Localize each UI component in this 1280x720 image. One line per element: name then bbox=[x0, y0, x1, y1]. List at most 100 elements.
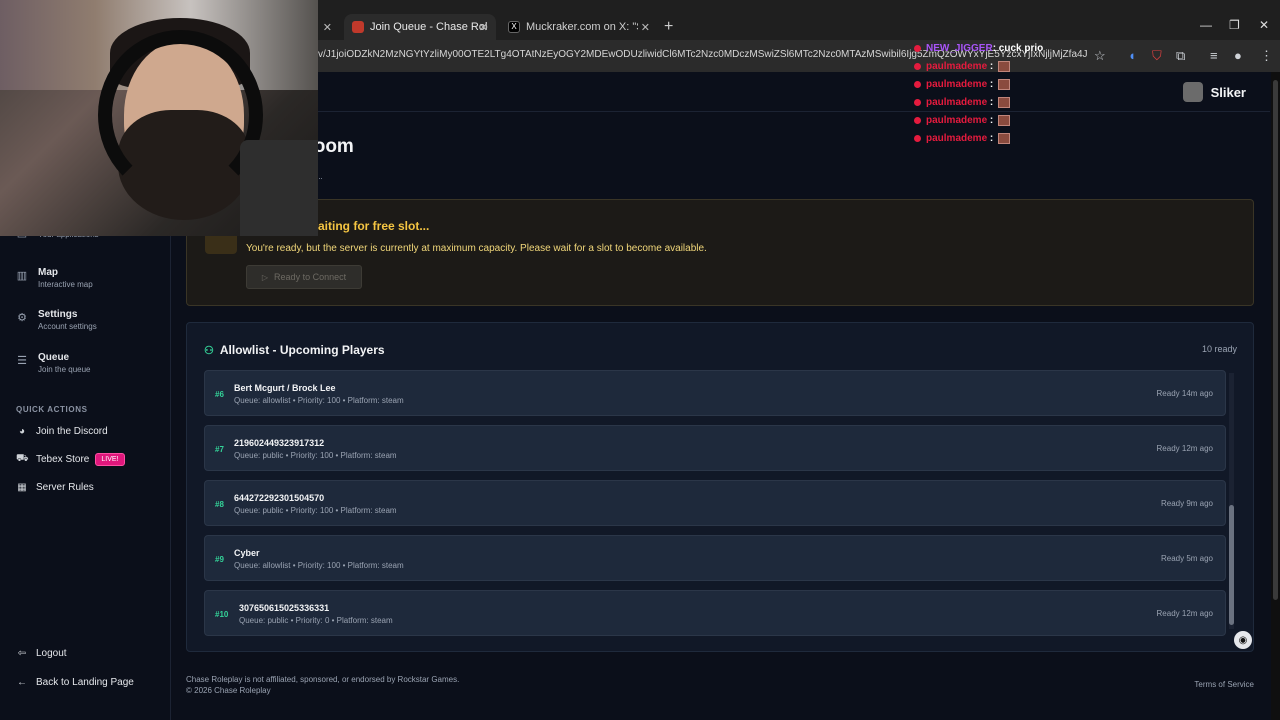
close-tab-icon[interactable]: ✕ bbox=[641, 21, 650, 34]
chat-badge-icon bbox=[914, 63, 921, 70]
chat-message: paulmademe : bbox=[914, 115, 1011, 126]
extension-audio-icon[interactable]: ◖ bbox=[1128, 48, 1136, 63]
discord-icon: ◕ bbox=[18, 426, 26, 437]
avatar bbox=[1182, 82, 1203, 102]
sidebar-item-subtitle: Account settings bbox=[38, 322, 97, 331]
window-close-icon[interactable]: ✕ bbox=[1259, 18, 1269, 32]
media-control-icon[interactable]: ≡ bbox=[1210, 48, 1218, 63]
gear-icon: ⚙ bbox=[17, 312, 27, 324]
chat-message: paulmademe : bbox=[914, 133, 1011, 145]
button-label: Ready to Connect bbox=[274, 272, 347, 282]
new-tab-icon[interactable]: + bbox=[664, 18, 673, 36]
ready-time: Ready 5m ago bbox=[1160, 554, 1213, 563]
microphone-icon bbox=[240, 140, 318, 236]
tab-muckraker[interactable]: X Muckraker.com on X: "Somali I ✕ bbox=[500, 14, 658, 40]
emote-icon bbox=[998, 79, 1011, 90]
chat-badge-icon bbox=[914, 44, 921, 52]
arrow-left-icon: ← bbox=[17, 677, 27, 688]
waiting-title: aiting for free slot... bbox=[318, 219, 430, 233]
ready-to-connect-button[interactable]: ▷ Ready to Connect bbox=[246, 265, 362, 289]
player-meta: Queue: allowlist • Priority: 100 • Platf… bbox=[234, 561, 404, 570]
waiting-message: You're ready, but the server is currentl… bbox=[246, 243, 707, 254]
chat-message: paulmademe : bbox=[914, 97, 1011, 109]
minimize-icon[interactable]: — bbox=[1200, 18, 1212, 32]
player-name: 219602449323917312 bbox=[234, 438, 325, 448]
emote-icon bbox=[998, 115, 1011, 126]
back-to-landing-link[interactable]: ← Back to Landing Page bbox=[16, 677, 134, 688]
ready-count: 10 ready bbox=[1201, 344, 1237, 354]
sidebar-item-map[interactable]: ▥ Map Interactive map bbox=[16, 267, 93, 289]
users-icon: ⚇ bbox=[204, 344, 214, 357]
profile-icon[interactable]: ● bbox=[1234, 48, 1242, 63]
extension-shield-icon[interactable]: ⛉ bbox=[1152, 48, 1162, 64]
table-row[interactable]: #8 644272292301504570 Queue: public • Pr… bbox=[204, 480, 1226, 526]
user-menu[interactable]: Sliker bbox=[1182, 82, 1246, 102]
play-icon: ▷ bbox=[261, 272, 269, 282]
server-rules-link[interactable]: ▦ Server Rules bbox=[16, 482, 94, 493]
cart-icon: ⛟ bbox=[16, 453, 29, 464]
restore-icon[interactable]: ❐ bbox=[1229, 18, 1240, 32]
chat-message: NEW_JIGGER: cuck prio bbox=[914, 43, 1043, 54]
chat-username: paulmademe bbox=[926, 61, 988, 73]
chat-badge-icon bbox=[914, 81, 921, 88]
sidebar-item-label: Map bbox=[38, 267, 58, 278]
tab-label: Muckraker.com on X: "Somali I bbox=[526, 21, 638, 33]
headphones-icon bbox=[98, 30, 263, 200]
chat-message: paulmademe : bbox=[914, 61, 1011, 73]
allowlist-title: Allowlist - Upcoming Players bbox=[219, 343, 385, 357]
logout-icon: ⇦ bbox=[17, 648, 27, 659]
sidebar-item-settings[interactable]: ⚙ Settings Account settings bbox=[16, 309, 97, 331]
tab-join-queue[interactable]: Join Queue - Chase Roleplay ✕ bbox=[344, 14, 496, 40]
bookmark-star-icon[interactable]: ☆ bbox=[1094, 48, 1106, 64]
queue-position: #7 bbox=[215, 445, 224, 454]
x-favicon-icon: X bbox=[508, 21, 520, 33]
footer-disclaimer: Chase Roleplay is not affiliated, sponso… bbox=[186, 675, 460, 684]
quick-action-label: Server Rules bbox=[36, 482, 94, 493]
terms-of-service-link[interactable]: Terms of Service bbox=[1194, 680, 1254, 689]
chat-username: NEW_JIGGER bbox=[926, 43, 993, 54]
join-discord-link[interactable]: ◕ Join the Discord bbox=[16, 426, 108, 437]
player-meta: Queue: public • Priority: 100 • Platform… bbox=[234, 506, 397, 515]
chat-badge-icon bbox=[914, 99, 921, 106]
sidebar-item-label: Queue bbox=[38, 352, 70, 363]
emote-icon bbox=[998, 97, 1011, 108]
table-row[interactable]: #7 219602449323917312 Queue: public • Pr… bbox=[204, 425, 1226, 471]
logout-button[interactable]: ⇦ Logout bbox=[16, 648, 67, 659]
table-row[interactable]: #9 Cyber Queue: allowlist • Priority: 10… bbox=[204, 535, 1226, 581]
player-name: Bert Mcgurt / Brock Lee bbox=[234, 383, 336, 393]
chat-username: paulmademe bbox=[926, 133, 988, 145]
list-scrollbar-thumb[interactable] bbox=[1229, 505, 1234, 625]
player-name: 644272292301504570 bbox=[234, 493, 325, 503]
close-tab-icon[interactable]: ✕ bbox=[323, 21, 332, 34]
page-scrollbar-thumb[interactable] bbox=[1273, 80, 1278, 600]
chat-username: paulmademe bbox=[926, 79, 988, 91]
sidebar-item-queue[interactable]: ☰ Queue Join the queue bbox=[16, 352, 91, 374]
table-row[interactable]: #10 307650615025336331 Queue: public • P… bbox=[204, 590, 1226, 636]
live-badge: LIVE! bbox=[95, 453, 125, 466]
close-tab-icon[interactable]: ✕ bbox=[479, 21, 488, 34]
queue-position: #9 bbox=[215, 555, 224, 564]
allowlist-card: ⚇ Allowlist - Upcoming Players 10 ready … bbox=[186, 322, 1254, 652]
tebex-store-link[interactable]: ⛟ Tebex Store LIVE! bbox=[16, 453, 125, 466]
extensions-puzzle-icon[interactable]: ⧉ bbox=[1176, 48, 1185, 64]
queue-icon: ☰ bbox=[17, 355, 27, 367]
sidebar-item-subtitle: Join the queue bbox=[38, 365, 91, 374]
ready-time: Ready 9m ago bbox=[1160, 499, 1213, 508]
webcam-overlay bbox=[0, 0, 318, 236]
browser-menu-icon[interactable]: ⋮ bbox=[1260, 48, 1273, 64]
tab-label: Join Queue - Chase Roleplay bbox=[370, 21, 488, 33]
table-row[interactable]: #6 Bert Mcgurt / Brock Lee Queue: allowl… bbox=[204, 370, 1226, 416]
chat-username: paulmademe bbox=[926, 97, 988, 109]
username: Sliker bbox=[1210, 84, 1246, 100]
page-scrollbar[interactable] bbox=[1271, 72, 1280, 720]
quick-action-label: Tebex Store bbox=[36, 454, 90, 465]
back-label: Back to Landing Page bbox=[36, 677, 134, 688]
cookie-settings-icon[interactable]: ◉ bbox=[1234, 631, 1252, 649]
allowlist-heading: ⚇ Allowlist - Upcoming Players bbox=[204, 343, 385, 357]
footer-copyright: © 2026 Chase Roleplay bbox=[186, 686, 271, 695]
sidebar-item-label: Settings bbox=[38, 309, 78, 320]
player-name: 307650615025336331 bbox=[239, 603, 330, 613]
player-meta: Queue: public • Priority: 100 • Platform… bbox=[234, 451, 397, 460]
player-meta: Queue: public • Priority: 0 • Platform: … bbox=[239, 616, 393, 625]
queue-position: #10 bbox=[215, 610, 229, 619]
